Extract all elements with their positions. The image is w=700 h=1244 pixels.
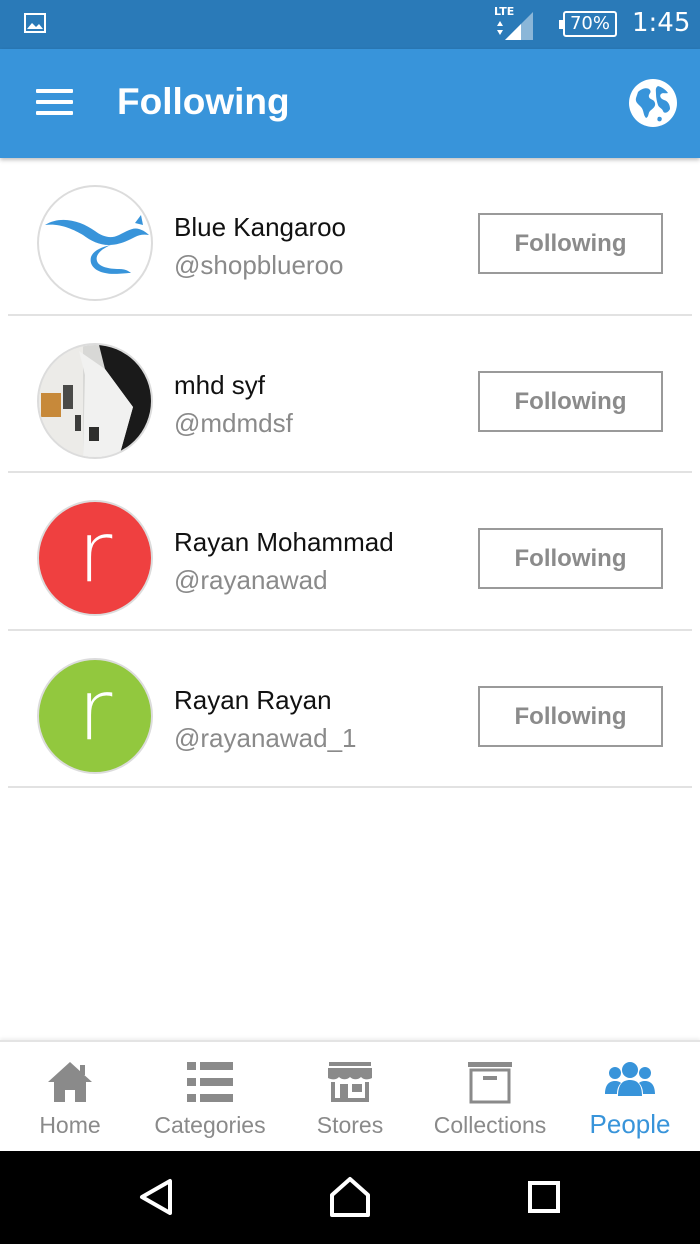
nav-label: Stores <box>316 1112 384 1138</box>
nav-categories[interactable]: Categories <box>140 1042 280 1153</box>
bottom-nav: Home Categories Stores Collections Peopl… <box>0 1040 700 1151</box>
user-handle: @mdmdsf <box>174 407 293 438</box>
nav-label: Collections <box>433 1112 547 1138</box>
nav-label: Categories <box>154 1112 266 1138</box>
following-button[interactable]: Following <box>478 685 663 747</box>
image-notification-icon <box>24 13 46 33</box>
user-name: mhd syf <box>174 369 266 400</box>
user-name: Blue Kangaroo <box>174 212 347 242</box>
following-button[interactable]: Following <box>478 213 663 274</box>
divider <box>8 786 692 788</box>
menu-icon[interactable] <box>36 89 73 117</box>
list-item[interactable]: Blue Kangaroo @shopblueroo Following <box>0 158 700 316</box>
home-icon <box>48 1062 92 1102</box>
avatar: r <box>37 657 153 774</box>
avatar <box>37 185 153 301</box>
home-button-icon[interactable] <box>328 1175 372 1219</box>
profile-photo <box>39 344 151 457</box>
app-bar: Following <box>0 49 700 158</box>
nav-stores[interactable]: Stores <box>280 1042 420 1153</box>
avatar: r <box>37 500 153 616</box>
nav-label: Home <box>39 1112 101 1138</box>
back-icon[interactable] <box>134 1175 178 1219</box>
list-item[interactable]: r Rayan Mohammad @rayanawad Following <box>0 473 700 631</box>
following-button[interactable]: Following <box>478 528 663 589</box>
following-list: Blue Kangaroo @shopblueroo Following mhd… <box>0 158 700 788</box>
network-type: LTE <box>494 5 515 18</box>
list-item[interactable]: r Rayan Rayan @rayanawad_1 Following <box>0 631 700 788</box>
user-name: Rayan Mohammad <box>174 527 394 557</box>
globe-icon[interactable] <box>628 78 678 128</box>
store-icon <box>328 1062 372 1102</box>
status-bar: LTE 70% 1:45 <box>0 0 700 49</box>
user-name: Rayan Rayan <box>174 684 332 715</box>
system-nav-bar <box>0 1151 700 1244</box>
list-item[interactable]: mhd syf @mdmdsf Following <box>0 316 700 473</box>
archive-icon <box>468 1062 512 1104</box>
list-icon <box>187 1062 233 1102</box>
nav-home[interactable]: Home <box>0 1042 140 1153</box>
nav-label: People <box>589 1109 671 1139</box>
page-title: Following <box>117 81 290 122</box>
screen: LTE 70% 1:45 Following Blue Kangaroo @sh… <box>0 0 700 1244</box>
people-icon <box>605 1062 655 1096</box>
clock: 1:45 <box>632 8 691 38</box>
recents-icon[interactable] <box>522 1175 566 1219</box>
nav-collections[interactable]: Collections <box>420 1042 560 1153</box>
kangaroo-logo-icon <box>45 215 149 274</box>
user-handle: @rayanawad <box>174 565 328 595</box>
nav-people[interactable]: People <box>560 1042 700 1153</box>
battery-icon: 70% <box>559 11 617 37</box>
user-handle: @rayanawad_1 <box>174 722 357 753</box>
user-handle: @shopblueroo <box>174 250 344 280</box>
following-button[interactable]: Following <box>478 370 663 432</box>
avatar <box>37 342 153 459</box>
